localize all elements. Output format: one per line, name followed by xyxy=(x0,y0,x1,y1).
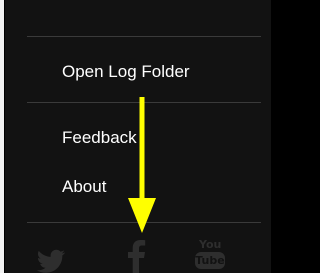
window-left-border xyxy=(0,0,4,273)
menu-separator-bottom xyxy=(27,222,261,223)
youtube-tube-label: Tube xyxy=(195,252,225,269)
menu-separator-top xyxy=(27,36,261,37)
youtube-icon: You xyxy=(199,238,222,251)
menu-separator-middle xyxy=(27,102,261,103)
menu-item-about[interactable]: About xyxy=(62,177,106,197)
menu-item-feedback[interactable]: Feedback xyxy=(62,128,137,148)
twitter-link[interactable] xyxy=(33,237,69,273)
dropdown-menu: Open Log Folder Feedback About You Tube xyxy=(5,0,271,273)
facebook-icon xyxy=(128,240,146,273)
youtube-link[interactable]: You Tube xyxy=(195,239,231,273)
twitter-icon xyxy=(36,249,66,273)
menu-item-open-log-folder[interactable]: Open Log Folder xyxy=(62,62,190,82)
facebook-link[interactable] xyxy=(121,237,151,273)
screenshot: Open Log Folder Feedback About You Tube xyxy=(0,0,271,273)
